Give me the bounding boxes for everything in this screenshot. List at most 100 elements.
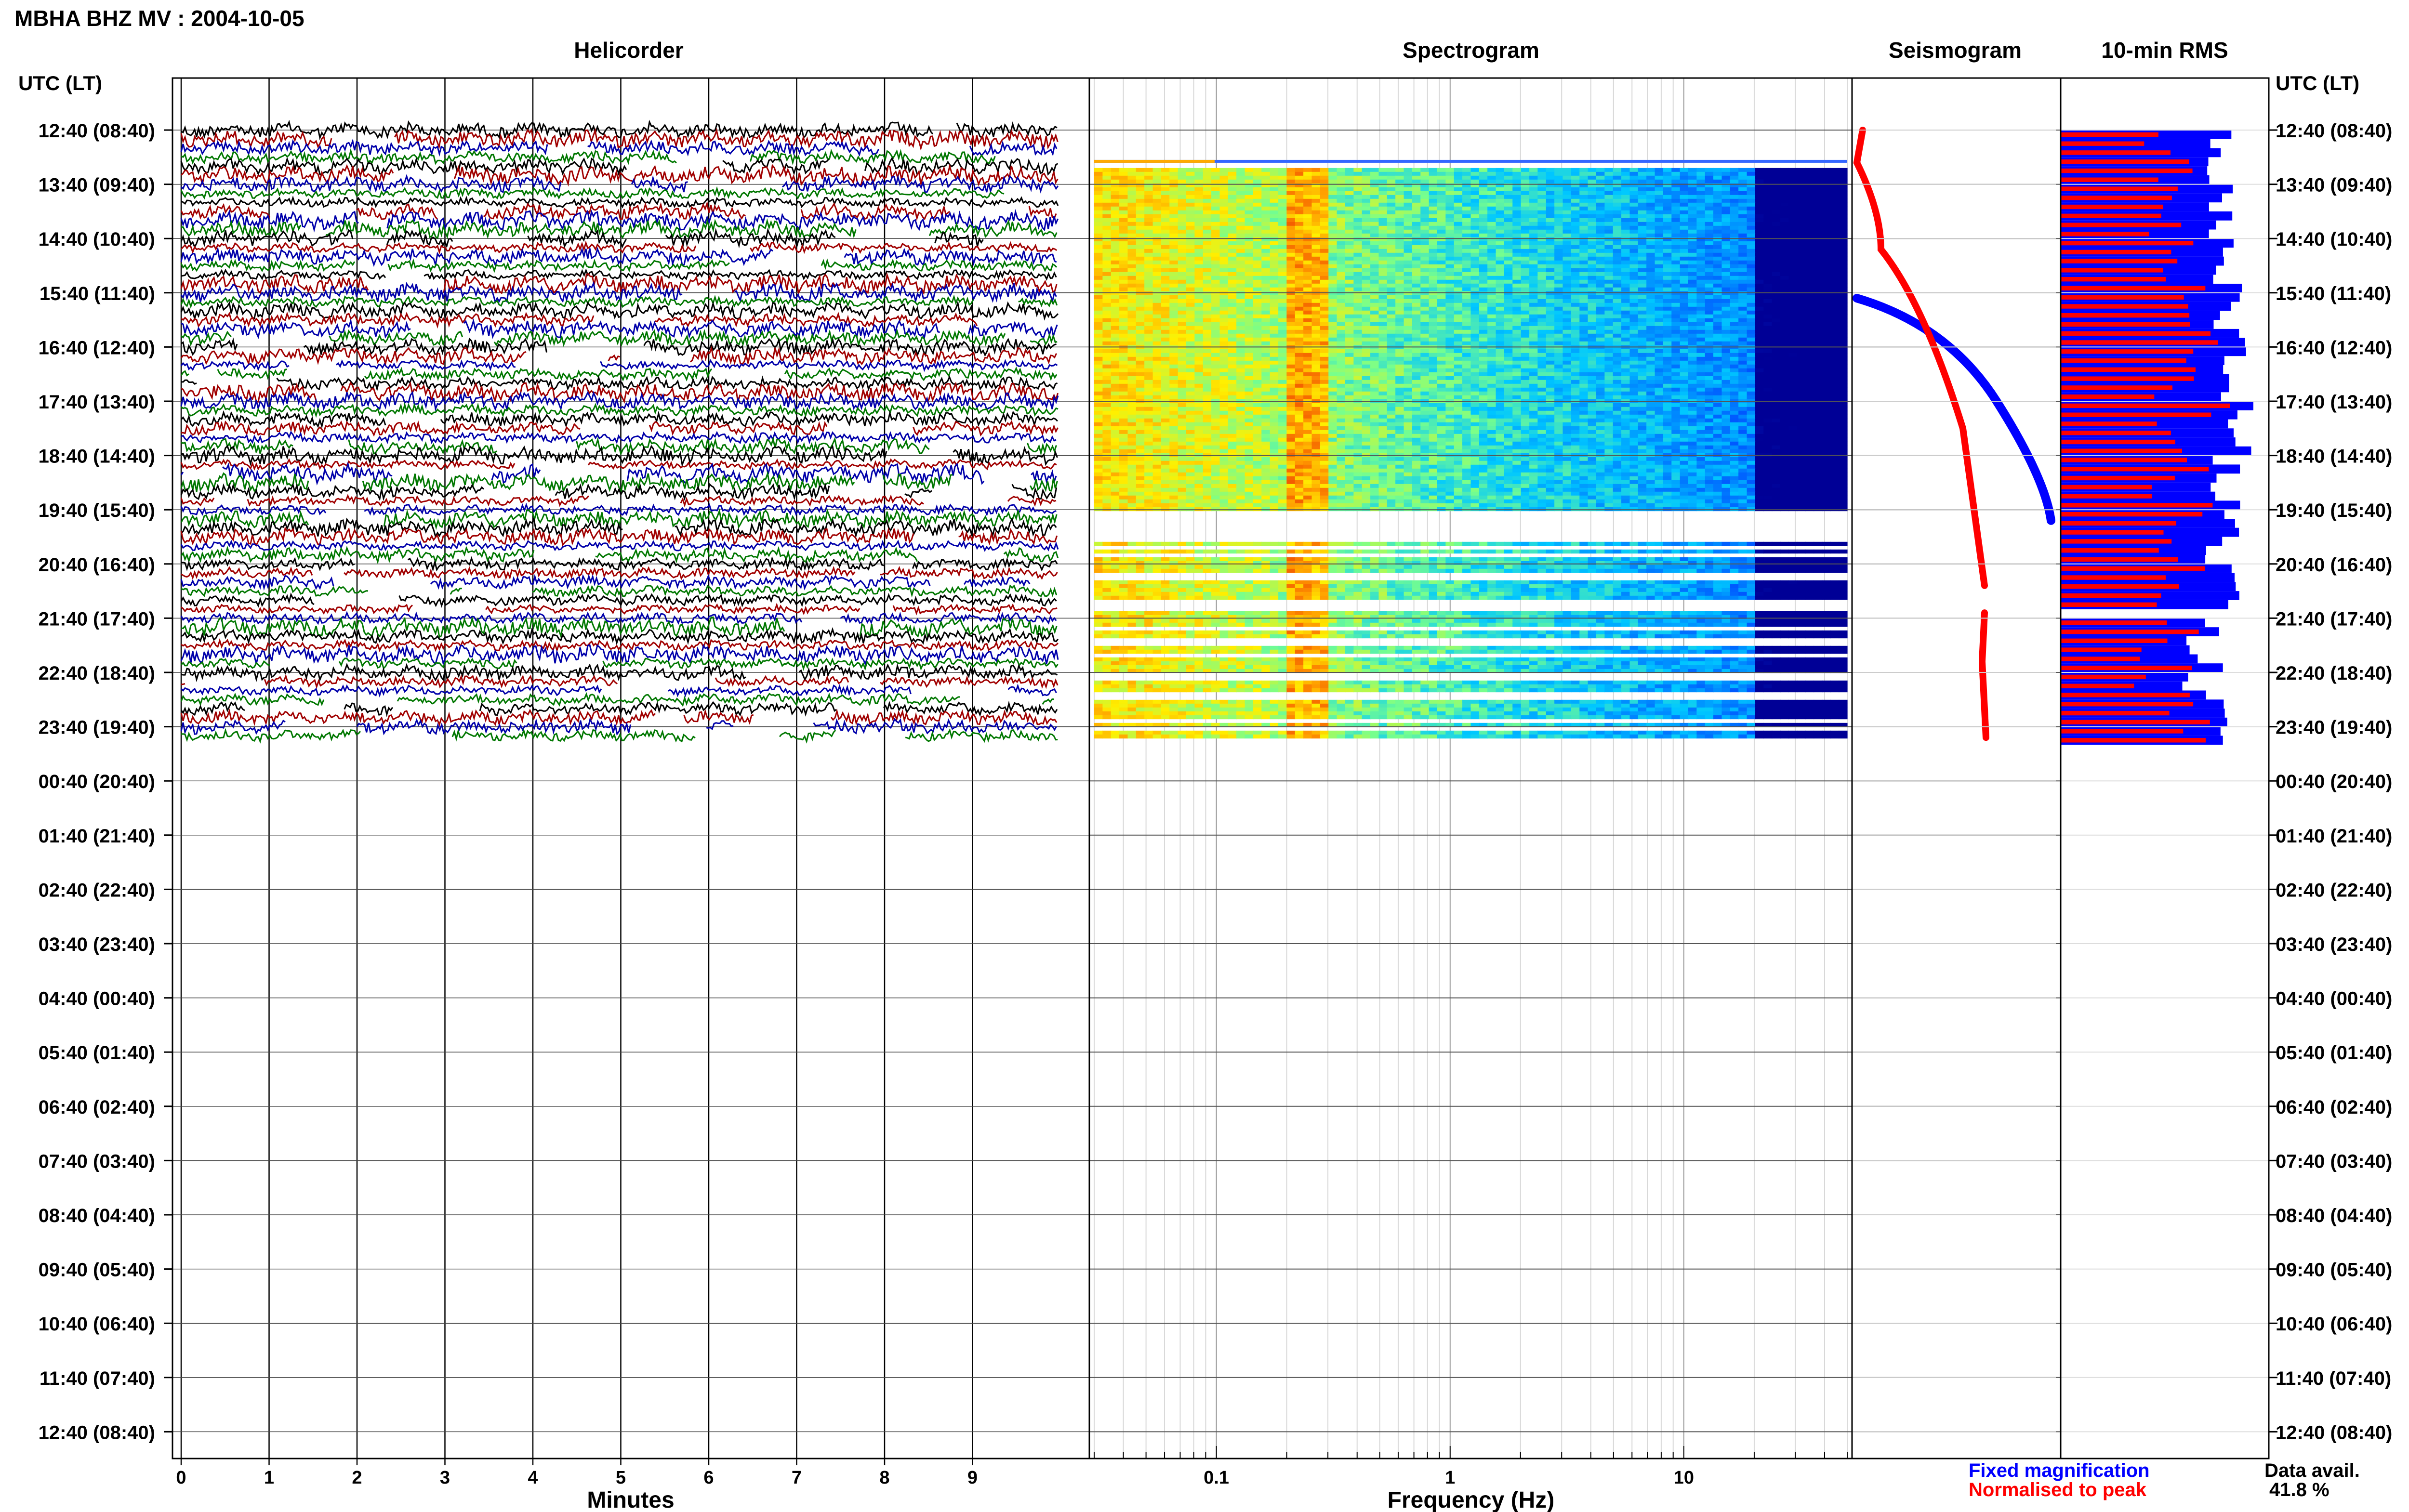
spectrogram-cell (1588, 349, 1597, 354)
spectrogram-cell (1203, 368, 1212, 373)
spectrogram-cell (1111, 272, 1120, 276)
spectrogram-cell (1655, 206, 1664, 211)
spectrogram-cell (1270, 353, 1279, 357)
spectrogram-cell (1579, 291, 1588, 296)
left-axis-header: UTC (LT) (18, 72, 102, 94)
spectrogram-cell (1688, 272, 1697, 276)
spectrogram-cell (1562, 318, 1572, 323)
spectrogram-cell (1813, 187, 1823, 192)
spectrogram-cell (1253, 222, 1262, 226)
spectrogram-x-tick-label: 0.1 (1204, 1468, 1229, 1488)
spectrogram-cell (1571, 237, 1580, 242)
spectrogram-cell (1295, 222, 1304, 226)
spectrogram-cell (1713, 195, 1722, 199)
spectrogram-cell (1412, 214, 1421, 219)
spectrogram-cell (1328, 287, 1337, 292)
spectrogram-cell (1370, 302, 1379, 307)
spectrogram-cell (1253, 252, 1262, 257)
spectrogram-cell (1228, 187, 1237, 192)
spectrogram-cell (1546, 276, 1555, 280)
spectrogram-cell (1579, 198, 1588, 203)
spectrogram-cell (1788, 245, 1798, 250)
spectrogram-cell (1102, 283, 1112, 288)
spectrogram-cell (1345, 245, 1354, 250)
spectrogram-cell (1127, 368, 1137, 373)
spectrogram-cell (1203, 198, 1212, 203)
spectrogram-cell (1211, 349, 1220, 354)
spectrogram-cell (1655, 222, 1664, 226)
spectrogram-cell (1445, 233, 1455, 238)
spectrogram-cell (1420, 268, 1430, 273)
spectrogram-cell (1738, 202, 1747, 207)
spectrogram-cell (1772, 256, 1781, 261)
spectrogram-cell (1102, 229, 1112, 234)
spectrogram-cell (1337, 249, 1346, 253)
spectrogram-cell (1596, 256, 1605, 261)
spectrogram-cell (1479, 210, 1488, 215)
spectrogram-cell (1278, 195, 1287, 199)
spectrogram-cell (1546, 241, 1555, 246)
spectrogram-cell (1613, 264, 1622, 269)
spectrogram-cell (1186, 299, 1195, 303)
spectrogram-cell (1203, 225, 1212, 230)
spectrogram-cell (1311, 214, 1321, 219)
spectrogram-cell (1839, 168, 1848, 172)
spectrogram-cell (1830, 218, 1840, 223)
spectrogram-cell (1713, 329, 1722, 334)
spectrogram-cell (1169, 214, 1178, 219)
spectrogram-cell (1412, 249, 1421, 253)
spectrogram-cell (1295, 210, 1304, 215)
spectrogram-cell (1136, 337, 1145, 342)
spectrogram-cell (1403, 353, 1413, 357)
spectrogram-cell (1705, 187, 1714, 192)
spectrogram-cell (1295, 337, 1304, 342)
spectrogram-cell (1178, 314, 1187, 319)
spectrogram-cell (1387, 229, 1396, 234)
spectrogram-cell (1537, 310, 1547, 315)
spectrogram-cell (1286, 279, 1296, 284)
spectrogram-cell (1403, 252, 1413, 257)
spectrogram-cell (1470, 291, 1480, 296)
spectrogram-cell (1487, 198, 1496, 203)
spectrogram-cell (1470, 368, 1480, 373)
spectrogram-cell (1638, 171, 1647, 176)
spectrogram-cell (1311, 349, 1321, 354)
spectrogram-cell (1813, 237, 1823, 242)
spectrogram-cell (1713, 310, 1722, 315)
spectrogram-cell (1429, 368, 1438, 373)
spectrogram-cell (1763, 187, 1773, 192)
spectrogram-cell (1186, 225, 1195, 230)
spectrogram-cell (1721, 268, 1731, 273)
spectrogram-cell (1211, 249, 1220, 253)
spectrogram-cell (1270, 368, 1279, 373)
spectrogram-cell (1186, 329, 1195, 334)
station-title: MBHA BHZ MV : 2004-10-05 (14, 6, 304, 31)
spectrogram-cell (1663, 322, 1672, 327)
spectrogram-cell (1537, 329, 1547, 334)
spectrogram-cell (1655, 187, 1664, 192)
spectrogram-cell (1311, 341, 1321, 346)
spectrogram-cell (1496, 245, 1505, 250)
spectrogram-cell (1521, 302, 1530, 307)
spectrogram-cell (1186, 256, 1195, 261)
spectrogram-cell (1738, 241, 1747, 246)
spectrogram-cell (1571, 329, 1580, 334)
spectrogram-cell (1127, 214, 1137, 219)
spectrogram-cell (1119, 168, 1128, 172)
spectrogram-cell (1621, 272, 1630, 276)
spectrogram-cell (1420, 333, 1430, 338)
spectrogram-cell (1788, 333, 1798, 338)
spectrogram-cell (1604, 237, 1614, 242)
spectrogram-cell (1797, 349, 1806, 354)
spectrogram-cell (1211, 168, 1220, 172)
spectrogram-cell (1772, 198, 1781, 203)
spectrogram-cell (1094, 187, 1103, 192)
spectrogram-cell (1144, 333, 1153, 338)
spectrogram-cell (1320, 202, 1329, 207)
spectrogram-cell (1353, 356, 1363, 361)
spectrogram-cell (1629, 214, 1639, 219)
spectrogram-cell (1596, 229, 1605, 234)
spectrogram-cell (1529, 264, 1538, 269)
spectrogram-cell (1730, 299, 1739, 303)
spectrogram-cell (1345, 310, 1354, 315)
